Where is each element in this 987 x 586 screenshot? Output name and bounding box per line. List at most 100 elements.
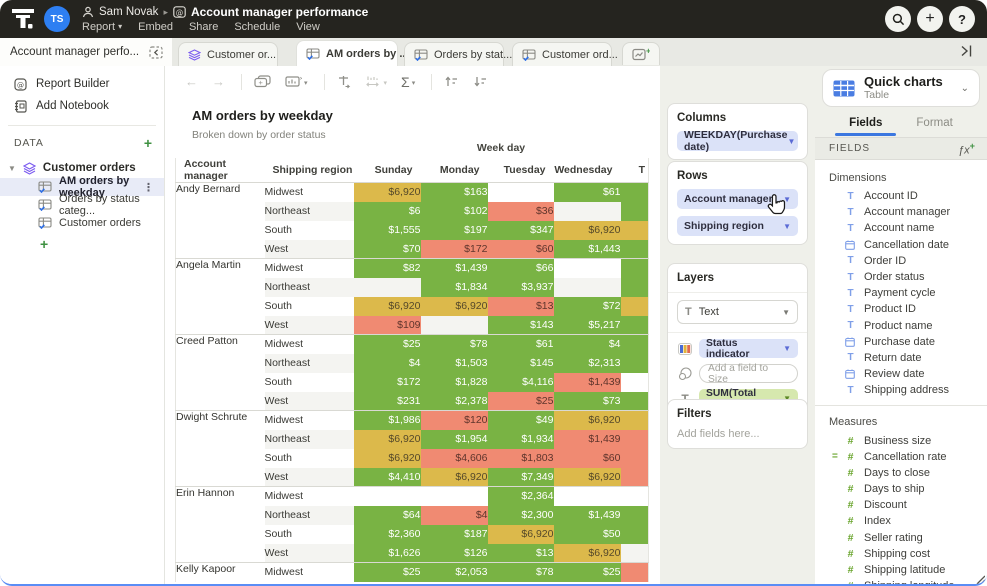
item-menu-icon[interactable]: ⋮ — [143, 181, 154, 194]
aggregate-sigma-button[interactable]: Σ ▾ — [401, 74, 415, 90]
dimension-item[interactable]: TAccount ID — [815, 188, 987, 204]
pivot-value-cell[interactable]: $6,920 — [554, 544, 621, 563]
region-cell[interactable]: Northeast — [265, 202, 354, 221]
sidebar-item-report-builder[interactable]: @ Report Builder — [0, 74, 164, 94]
manager-cell[interactable]: Kelly Kapoor — [176, 563, 265, 582]
resize-handle[interactable] — [975, 574, 985, 584]
dimension-item[interactable]: TAccount manager — [815, 204, 987, 220]
pivot-value-cell[interactable]: $64 — [354, 506, 421, 525]
region-cell[interactable]: South — [265, 373, 354, 392]
measure-item[interactable]: #Index — [815, 513, 987, 529]
measure-item[interactable]: #Days to ship — [815, 481, 987, 497]
pivot-value-cell[interactable] — [621, 354, 649, 373]
region-cell[interactable]: Northeast — [265, 506, 354, 525]
chevron-down-icon[interactable]: ▼ — [787, 137, 795, 146]
manager-cell[interactable]: Andy Bernard — [176, 183, 265, 259]
sort-ascending-button[interactable] — [444, 75, 459, 88]
manager-cell[interactable]: Erin Hannon — [176, 487, 265, 563]
remove-chart-button[interactable]: × ▾ — [285, 75, 308, 88]
tree-item[interactable]: Customer orders — [0, 214, 164, 232]
transpose-button[interactable] — [337, 75, 352, 89]
pivot-value-cell[interactable]: $6 — [354, 202, 421, 221]
day-column-header[interactable]: Monday — [421, 158, 488, 183]
pivot-value-cell[interactable]: $49 — [488, 411, 554, 430]
region-cell[interactable]: West — [265, 544, 354, 563]
pivot-value-cell[interactable]: $197 — [421, 221, 488, 240]
pivot-value-cell[interactable]: $4 — [421, 506, 488, 525]
dimension-item[interactable]: TProduct ID — [815, 301, 987, 317]
pivot-value-cell[interactable]: $1,834 — [421, 278, 488, 297]
region-cell[interactable]: South — [265, 525, 354, 544]
pivot-value-cell[interactable]: $163 — [421, 183, 488, 202]
tab-0[interactable]: Customer or... — [178, 42, 278, 66]
pivot-value-cell[interactable]: $1,439 — [421, 259, 488, 278]
pivot-value-cell[interactable]: $4,116 — [488, 373, 554, 392]
pivot-value-cell[interactable]: $4 — [354, 354, 421, 373]
pivot-value-cell[interactable]: $145 — [488, 354, 554, 373]
pivot-value-cell[interactable]: $3,937 — [488, 278, 554, 297]
pivot-value-cell[interactable] — [621, 316, 649, 335]
measure-item[interactable]: #Days to close — [815, 465, 987, 481]
pivot-value-cell[interactable]: $109 — [354, 316, 421, 335]
chevron-down-icon[interactable]: ▼ — [8, 164, 16, 173]
help-button[interactable]: ? — [949, 6, 975, 32]
pivot-value-cell[interactable]: $6,920 — [554, 411, 621, 430]
tab-1[interactable]: AM orders by ...⋮ — [296, 40, 398, 66]
chevron-down-icon[interactable]: ▼ — [783, 222, 791, 231]
region-cell[interactable]: South — [265, 297, 354, 316]
pivot-value-cell[interactable]: $61 — [488, 335, 554, 354]
pivot-value-cell[interactable] — [554, 259, 621, 278]
expand-panel-icon[interactable] — [959, 44, 977, 58]
chevron-down-icon[interactable]: ▼ — [783, 344, 791, 353]
region-cell[interactable]: Northeast — [265, 354, 354, 373]
layer-type-select[interactable]: T Text ▼ — [677, 300, 798, 324]
redo-button[interactable]: → — [212, 74, 225, 89]
region-cell[interactable]: West — [265, 468, 354, 487]
pivot-value-cell[interactable] — [621, 373, 649, 392]
pivot-value-cell[interactable] — [554, 487, 621, 506]
collapse-panel-icon[interactable] — [149, 46, 163, 59]
pivot-value-cell[interactable]: $1,439 — [554, 506, 621, 525]
size-field-input[interactable]: Add a field to Size — [699, 364, 798, 383]
pivot-value-cell[interactable]: $4,410 — [354, 468, 421, 487]
pivot-value-cell[interactable] — [621, 430, 649, 449]
menu-embed[interactable]: Embed — [138, 21, 173, 33]
pivot-value-cell[interactable]: $172 — [421, 240, 488, 259]
filters-placeholder[interactable]: Add fields here... — [677, 428, 798, 440]
chevron-down-icon[interactable]: ⌄ — [961, 83, 969, 94]
pivot-value-cell[interactable]: $70 — [354, 240, 421, 259]
tab-3[interactable]: Customer ord... — [512, 42, 612, 66]
pivot-value-cell[interactable] — [621, 544, 649, 563]
add-button[interactable]: + — [917, 6, 943, 32]
pivot-value-cell[interactable] — [621, 278, 649, 297]
pivot-value-cell[interactable]: $2,364 — [488, 487, 554, 506]
pivot-value-cell[interactable] — [621, 183, 649, 202]
dimension-item[interactable]: TOrder status — [815, 269, 987, 285]
day-column-header[interactable]: T — [621, 158, 649, 183]
day-column-header[interactable]: Sunday — [354, 158, 421, 183]
region-cell[interactable]: Midwest — [265, 335, 354, 354]
region-cell[interactable]: South — [265, 221, 354, 240]
measure-item[interactable]: #Discount — [815, 497, 987, 513]
pivot-value-cell[interactable]: $1,439 — [554, 373, 621, 392]
add-chart-icon[interactable]: + — [0, 236, 164, 254]
sort-descending-button[interactable] — [473, 75, 488, 88]
viz-title[interactable]: AM orders by weekday — [192, 108, 333, 123]
pivot-value-cell[interactable]: $6,920 — [554, 468, 621, 487]
tab-fields[interactable]: Fields — [849, 110, 882, 136]
tree-item[interactable]: Orders by status categ... — [0, 196, 164, 214]
region-cell[interactable]: South — [265, 449, 354, 468]
dimension-item[interactable]: Review date — [815, 366, 987, 382]
pivot-value-cell[interactable]: $78 — [488, 563, 554, 582]
pivot-value-cell[interactable] — [621, 221, 649, 240]
pivot-value-cell[interactable]: $4,606 — [421, 449, 488, 468]
pivot-value-cell[interactable]: $72 — [554, 297, 621, 316]
sidebar-item-add-notebook[interactable]: Add Notebook — [0, 96, 164, 116]
pivot-value-cell[interactable]: $60 — [488, 240, 554, 259]
row-header[interactable]: Shipping region — [265, 158, 354, 183]
region-cell[interactable]: Midwest — [265, 411, 354, 430]
pivot-value-cell[interactable]: $143 — [488, 316, 554, 335]
menu-view[interactable]: View — [296, 21, 320, 33]
pivot-value-cell[interactable] — [621, 335, 649, 354]
breadcrumb-user[interactable]: Sam Novak — [99, 6, 158, 18]
